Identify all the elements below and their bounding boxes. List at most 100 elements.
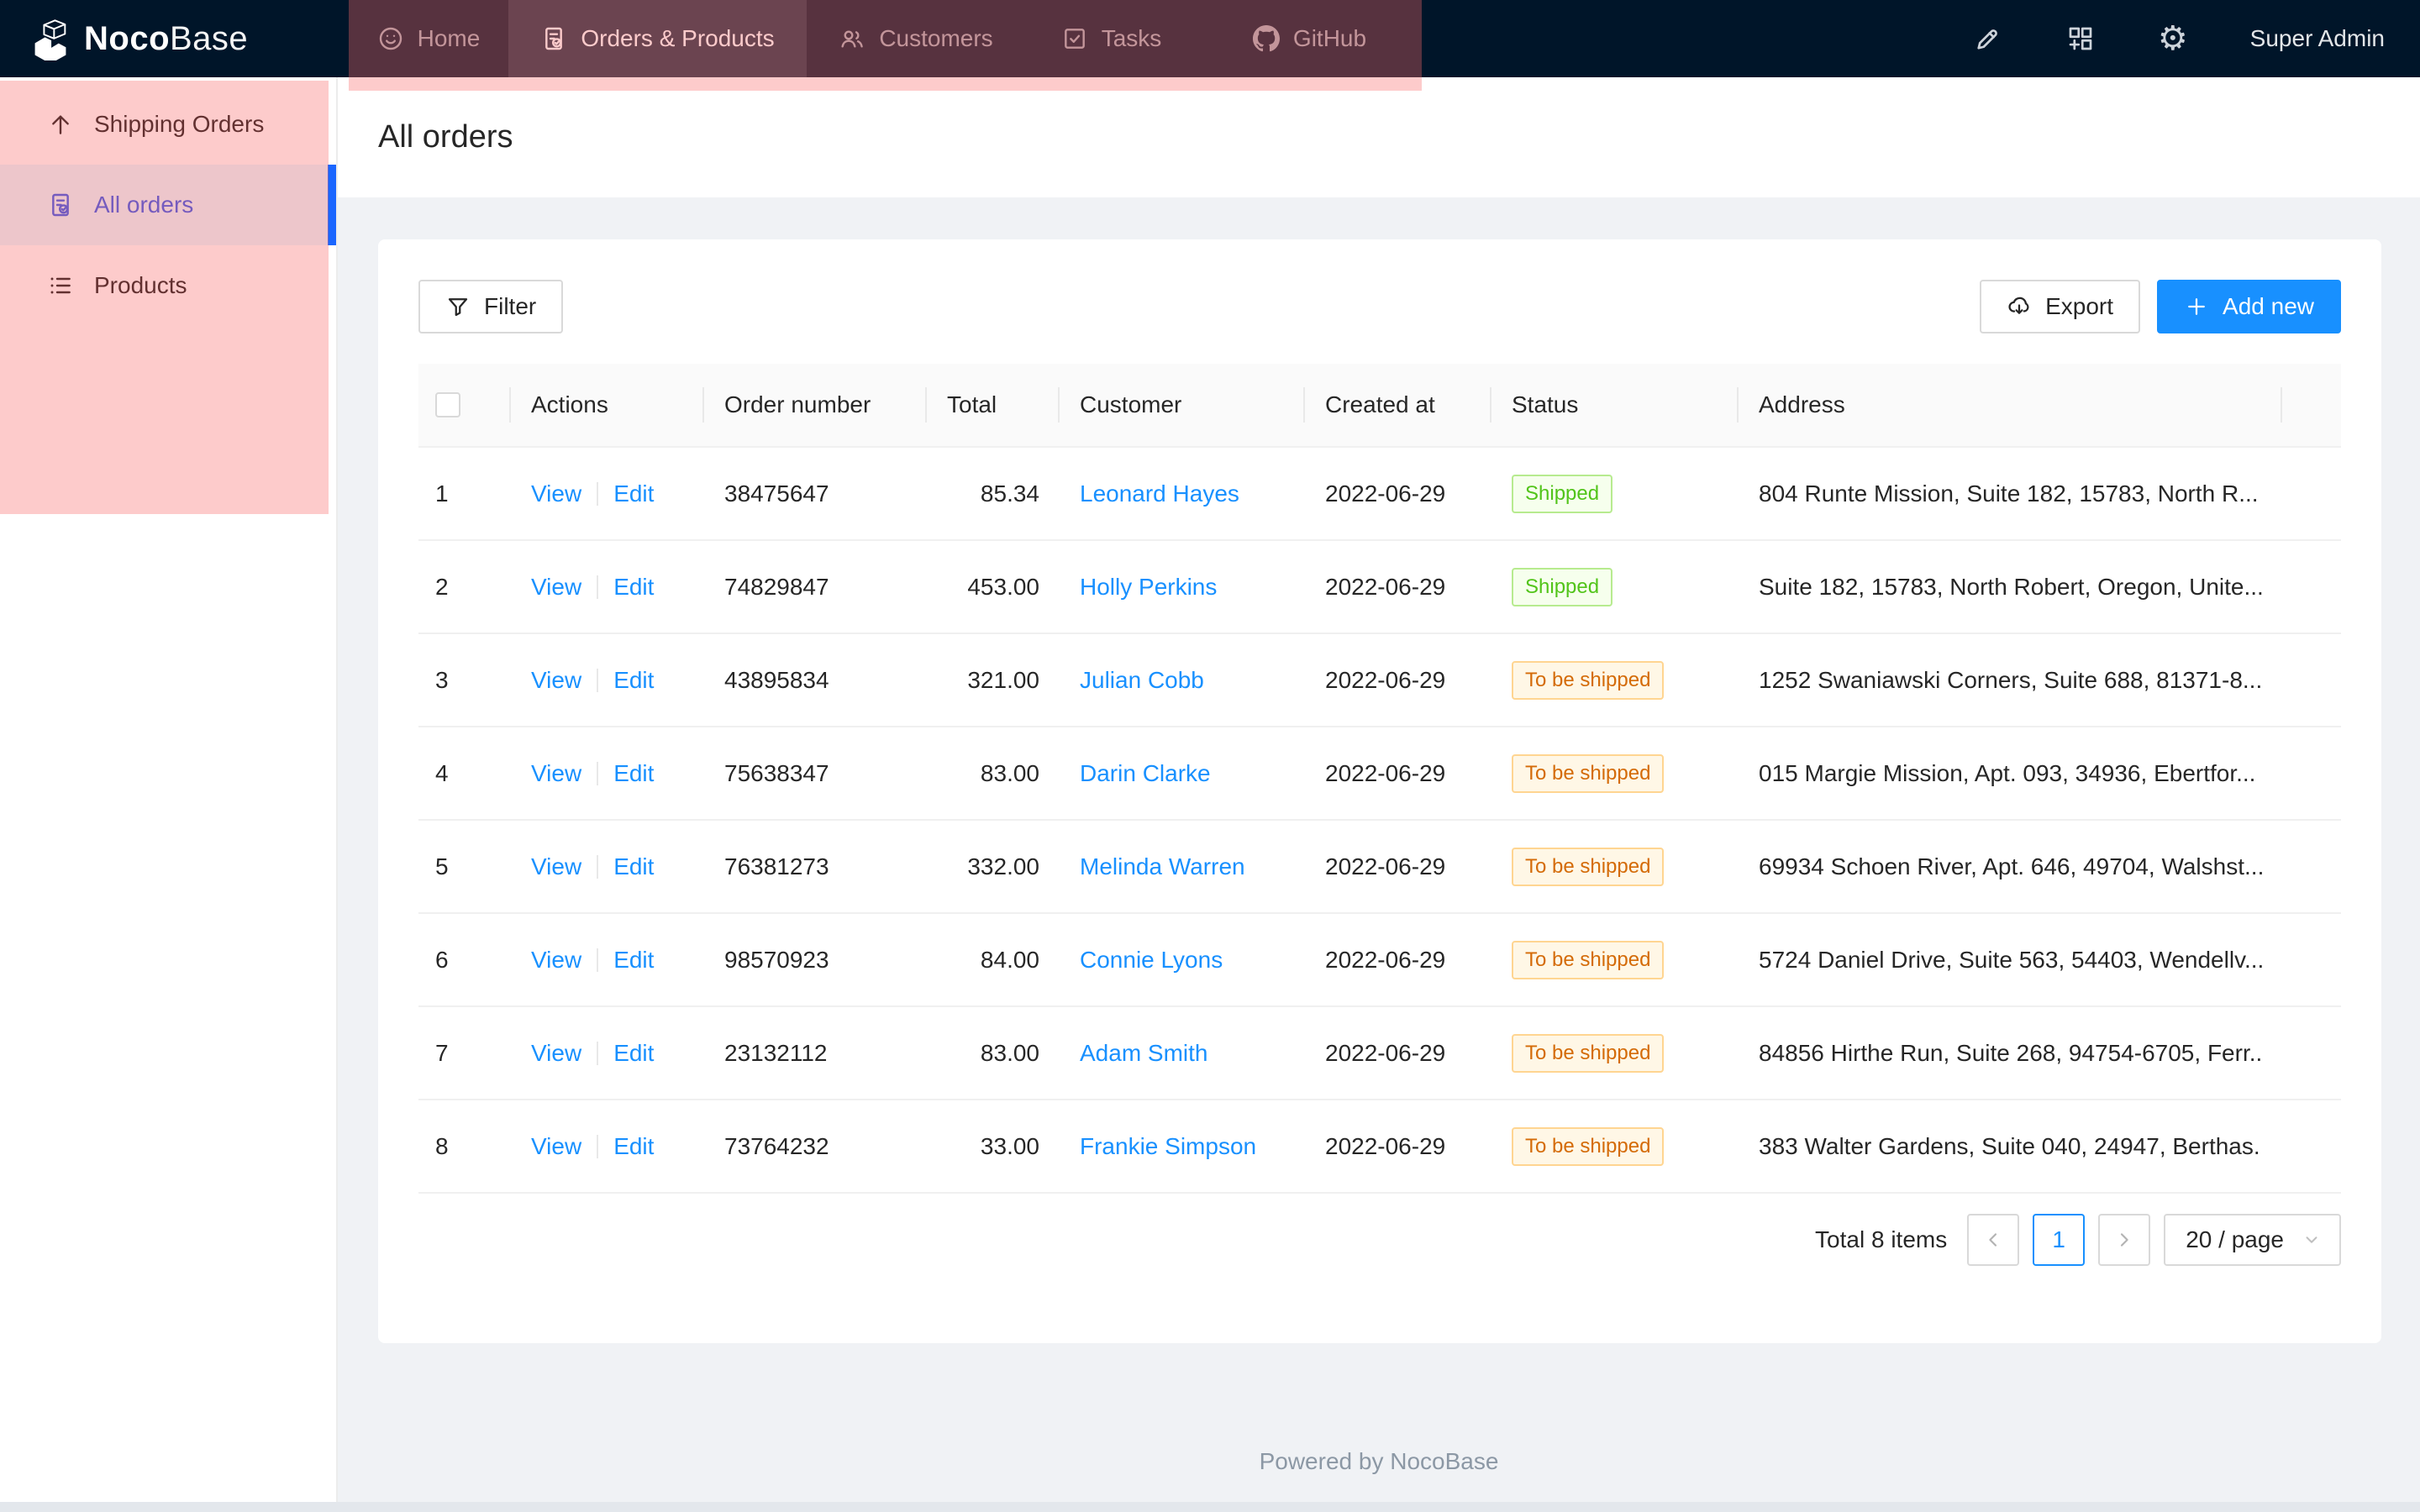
total-cell: 85.34 [981,480,1039,507]
brand-logo[interactable]: NocoBase [0,0,349,77]
created-at-cell: 2022-06-29 [1325,574,1445,601]
customer-link[interactable]: Julian Cobb [1080,667,1204,694]
customer-link[interactable]: Melinda Warren [1080,853,1245,880]
action-divider [597,669,598,692]
edit-link[interactable]: Edit [613,1040,654,1067]
tab-home[interactable]: Home [349,0,508,77]
edit-link[interactable]: Edit [613,667,654,694]
tab-customers[interactable]: Customers [807,0,1025,77]
view-link[interactable]: View [531,947,581,974]
sidebar-item-shipping-orders[interactable]: Shipping Orders [0,84,336,165]
sidebar-menu: Shipping Orders All orders Products [0,77,336,326]
status-badge: To be shipped [1512,754,1664,793]
view-link[interactable]: View [531,667,581,694]
action-divider [597,575,598,599]
tab-label: Tasks [1102,25,1162,52]
customer-link[interactable]: Leonard Hayes [1080,480,1239,507]
edit-link[interactable]: Edit [613,480,654,507]
view-link[interactable]: View [531,760,581,787]
edit-link[interactable]: Edit [613,947,654,974]
view-link[interactable]: View [531,1133,581,1160]
row-index: 6 [435,947,449,974]
customer-link[interactable]: Darin Clarke [1080,760,1211,787]
order-number-cell: 75638347 [724,760,829,787]
total-cell: 33.00 [981,1133,1039,1160]
nav-tabs: Home Orders & Products Customers Tasks G… [349,0,1422,77]
order-number-cell: 76381273 [724,853,829,880]
pagination-prev-button[interactable] [1967,1214,2019,1266]
plugin-manager-button[interactable] [2065,24,2096,54]
cloud-download-icon [2007,294,2032,319]
table-row: 1 View Edit 38475647 85.34 Leonard Hayes… [418,448,2341,541]
pagination: Total 8 items 1 20 / page [418,1214,2341,1266]
address-cell: 015 Margie Mission, Apt. 093, 34936, Ebe… [1759,760,2255,787]
settings-button[interactable]: ⚙ [2158,22,2188,55]
row-index: 5 [435,853,449,880]
view-link[interactable]: View [531,1040,581,1067]
team-icon [839,25,865,52]
action-divider [597,1042,598,1065]
address-cell: 383 Walter Gardens, Suite 040, 24947, Be… [1759,1133,2262,1160]
pagination-next-button[interactable] [2098,1214,2150,1266]
table-body: 1 View Edit 38475647 85.34 Leonard Hayes… [418,448,2341,1194]
customer-link[interactable]: Adam Smith [1080,1040,1208,1067]
plus-icon [2184,294,2209,319]
column-header: Created at [1305,364,1491,446]
status-badge: To be shipped [1512,1034,1664,1073]
unordered-list-icon [47,272,74,299]
table-toolbar: Filter Export Add new [418,280,2341,333]
chevron-down-icon [2302,1231,2321,1249]
column-header [418,364,511,446]
column-header: Address [1739,364,2282,446]
column-header-label: Status [1512,391,1578,418]
order-number-cell: 38475647 [724,480,829,507]
sidebar-item-all-orders[interactable]: All orders [0,165,336,245]
file-done-icon [540,25,567,52]
action-divider [597,482,598,506]
page-size-value: 20 / page [2186,1226,2284,1253]
column-header: Order number [704,364,927,446]
export-button[interactable]: Export [1980,280,2140,333]
tab-label: Home [418,25,481,52]
tab-github[interactable]: GitHub [1197,0,1422,77]
page-title: All orders [378,119,513,155]
table-row: 6 View Edit 98570923 84.00 Connie Lyons … [418,914,2341,1007]
table-header-row: ActionsOrder numberTotalCustomerCreated … [418,364,2341,448]
column-header-label: Order number [724,391,871,418]
brand-name: NocoBase [84,20,248,58]
customer-link[interactable]: Frankie Simpson [1080,1133,1256,1160]
customer-link[interactable]: Holly Perkins [1080,574,1217,601]
column-header [2282,364,2341,446]
row-index: 1 [435,480,449,507]
chevron-left-icon [1983,1230,2003,1250]
created-at-cell: 2022-06-29 [1325,853,1445,880]
order-number-cell: 74829847 [724,574,829,601]
page-size-select[interactable]: 20 / page [2164,1214,2341,1266]
edit-link[interactable]: Edit [613,853,654,880]
select-all-checkbox[interactable] [435,392,460,417]
edit-link[interactable]: Edit [613,1133,654,1160]
status-badge: To be shipped [1512,661,1664,700]
edit-link[interactable]: Edit [613,760,654,787]
column-header-label: Customer [1080,391,1181,418]
add-new-button[interactable]: Add new [2157,280,2341,333]
created-at-cell: 2022-06-29 [1325,760,1445,787]
horizontal-scrollbar-track[interactable] [0,1502,2420,1512]
ui-editor-button[interactable] [1973,24,2003,54]
tab-orders-products[interactable]: Orders & Products [508,0,807,77]
view-link[interactable]: View [531,480,581,507]
row-index: 7 [435,1040,449,1067]
total-cell: 83.00 [981,760,1039,787]
smile-icon [377,25,404,52]
row-index: 2 [435,574,449,601]
footer: Powered by NocoBase [338,1343,2420,1475]
edit-link[interactable]: Edit [613,574,654,601]
view-link[interactable]: View [531,574,581,601]
tab-tasks[interactable]: Tasks [1025,0,1197,77]
filter-button[interactable]: Filter [418,280,563,333]
sidebar-item-products[interactable]: Products [0,245,336,326]
user-menu[interactable]: Super Admin [2250,25,2385,52]
view-link[interactable]: View [531,853,581,880]
pagination-page-1[interactable]: 1 [2033,1214,2085,1266]
customer-link[interactable]: Connie Lyons [1080,947,1223,974]
